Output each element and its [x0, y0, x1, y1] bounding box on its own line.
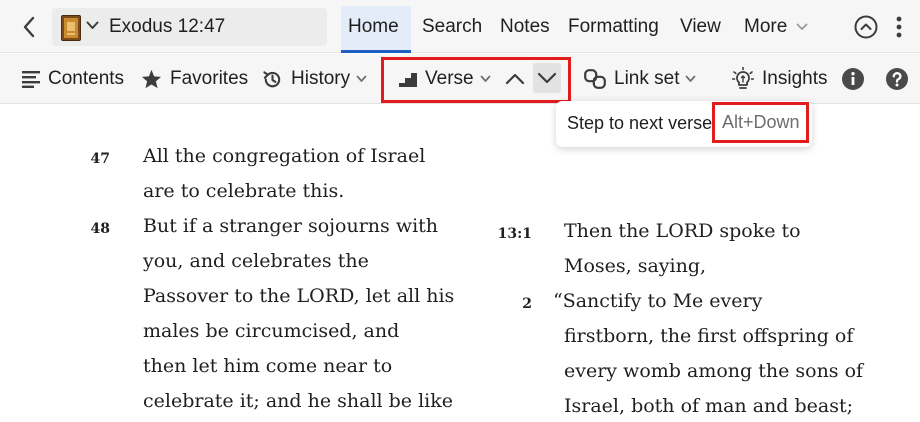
tab-search[interactable]: Search — [415, 6, 489, 53]
book-cover-icon — [61, 15, 81, 41]
next-verse-button[interactable] — [533, 63, 561, 93]
active-tab-indicator — [341, 50, 411, 53]
tab-view[interactable]: View — [673, 6, 728, 53]
verse-line: All the congregation of Israel — [143, 145, 426, 167]
verse-label: Verse — [425, 68, 474, 89]
verse-number: 13:1 — [497, 226, 532, 242]
tab-label: Home — [348, 16, 399, 37]
info-button[interactable] — [842, 54, 864, 104]
verse-line: firstborn, the first offspring of — [564, 325, 854, 347]
chevron-up-icon — [505, 73, 525, 85]
help-icon — [886, 68, 908, 90]
verse-line: Moses, saying, — [564, 255, 707, 277]
verse-line: “Sanctify to Me every — [553, 290, 763, 312]
link-icon — [584, 69, 606, 89]
link-set-label: Link set — [614, 68, 680, 89]
verse-line: then let him come near to — [143, 355, 393, 377]
reference-input[interactable]: Exodus 12:47 — [109, 16, 225, 38]
tab-home[interactable]: Home — [341, 6, 411, 53]
history-icon — [263, 70, 281, 87]
chevron-down-icon — [480, 75, 490, 82]
tab-label: More — [744, 16, 788, 37]
more-options-button[interactable] — [889, 13, 909, 41]
chevron-up-circle-icon — [854, 15, 878, 39]
favorites-button[interactable]: Favorites — [141, 54, 248, 104]
info-icon — [842, 68, 864, 90]
verse-line: Then the LORD spoke to — [564, 220, 801, 242]
previous-verse-button[interactable] — [504, 54, 526, 104]
tab-formatting[interactable]: Formatting — [561, 6, 666, 53]
verse-line: Passover to the LORD, let all his — [143, 285, 455, 307]
chevron-down-icon — [796, 23, 808, 30]
verse-line: celebrate it; and he shall be like — [143, 390, 454, 412]
chevron-down-icon — [356, 75, 367, 82]
favorites-label: Favorites — [170, 68, 249, 89]
verse-line: every womb among the sons of — [564, 360, 864, 382]
tab-label: Notes — [500, 16, 550, 37]
chevron-down-icon — [537, 72, 557, 84]
reference-box[interactable]: Exodus 12:47 — [52, 8, 327, 46]
history-label: History — [291, 68, 351, 89]
tab-label: Formatting — [568, 16, 659, 37]
contents-button[interactable]: Contents — [22, 54, 124, 104]
vertical-dots-icon — [896, 16, 902, 38]
insights-button[interactable]: Insights — [732, 54, 827, 104]
tab-notes[interactable]: Notes — [493, 6, 557, 53]
verse-line: But if a stranger sojourns with — [143, 215, 439, 237]
verse-number: 47 — [90, 151, 110, 167]
lightbulb-icon — [732, 67, 754, 89]
list-icon — [22, 71, 40, 88]
top-bar: Exodus 12:47 Home Search Notes Formattin… — [0, 0, 920, 53]
chevron-down-icon[interactable] — [86, 21, 99, 30]
star-icon — [141, 69, 162, 89]
tooltip-shortcut: Alt+Down — [722, 112, 800, 132]
insights-label: Insights — [762, 68, 828, 89]
bible-text-panel: 47 All the congregation of Israel are to… — [0, 105, 920, 422]
verse-line: Israel, both of man and beast; — [564, 395, 853, 417]
history-button[interactable]: History — [262, 54, 367, 104]
collapse-button[interactable] — [852, 13, 880, 41]
verse-number: 2 — [522, 296, 532, 312]
contents-label: Contents — [48, 68, 125, 89]
link-set-button[interactable]: Link set — [584, 54, 696, 104]
tooltip-text: Step to next verse — [567, 113, 713, 133]
back-button[interactable] — [14, 12, 44, 42]
verse-line: you, and celebrates the — [143, 250, 369, 272]
verse-line: males be circumcised, and — [143, 320, 400, 342]
verse-line: are to celebrate this. — [143, 180, 345, 202]
tab-label: View — [680, 16, 721, 37]
verse-number: 48 — [90, 221, 110, 237]
chevron-down-icon — [686, 75, 696, 82]
tab-label: Search — [422, 16, 483, 37]
chevron-left-icon — [23, 16, 35, 38]
stairs-icon — [399, 73, 417, 87]
verse-selector-button[interactable]: Verse — [399, 54, 491, 104]
tab-more[interactable]: More — [737, 6, 813, 53]
help-button[interactable] — [886, 54, 908, 104]
